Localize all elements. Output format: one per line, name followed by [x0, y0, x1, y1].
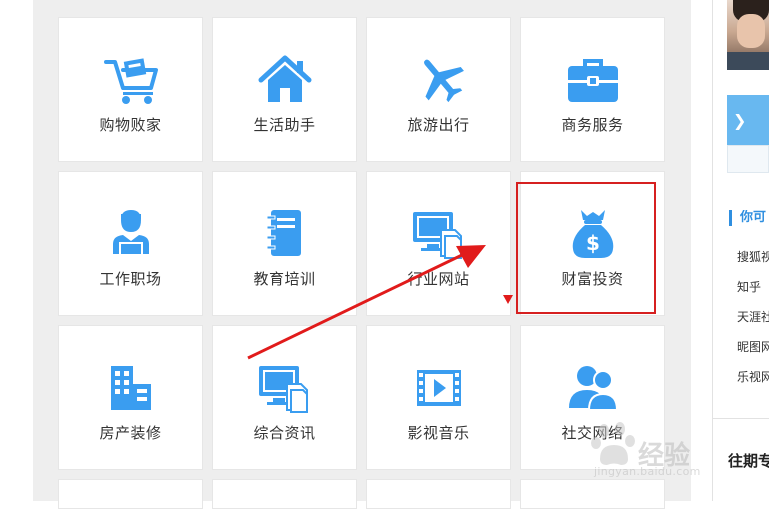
people-icon: [565, 362, 621, 414]
tile-label: 影视音乐: [407, 424, 470, 442]
sidebar-link[interactable]: 天涯社: [737, 308, 769, 325]
tile-education[interactable]: 教育培训: [212, 171, 357, 316]
chevron-icon: ❯: [733, 111, 747, 130]
tile-partial[interactable]: [58, 479, 203, 509]
tile-label: 行业网站: [407, 270, 470, 288]
follow-button[interactable]: ❯: [727, 95, 769, 145]
button-footer: [727, 145, 769, 173]
tile-label: 购物败家: [99, 116, 162, 134]
tile-partial[interactable]: [366, 479, 511, 509]
tile-social[interactable]: 社交网络: [520, 325, 665, 470]
tile-label: 商务服务: [561, 116, 624, 134]
tile-label: 财富投资: [561, 270, 624, 288]
tile-label: 工作职场: [99, 270, 162, 288]
tile-industry[interactable]: 行业网站: [366, 171, 511, 316]
film-strip-icon: [411, 362, 467, 414]
tile-label: 教育培训: [253, 270, 316, 288]
buildings-icon: [103, 362, 159, 414]
notebook-icon: [257, 208, 313, 260]
money-bag-icon: $: [565, 208, 621, 260]
briefcase-icon: [565, 54, 621, 106]
past-section-title: 往期专: [728, 452, 769, 470]
monitor-documents-icon: [411, 208, 467, 260]
sidebar-link[interactable]: 搜狐视: [737, 248, 769, 265]
divider: [712, 418, 769, 419]
svg-text:$: $: [586, 231, 600, 255]
monitor-documents-icon: [257, 362, 313, 414]
house-icon: [257, 54, 313, 106]
tile-business[interactable]: 商务服务: [520, 17, 665, 162]
tile-label: 生活助手: [253, 116, 316, 134]
airplane-icon: [411, 54, 467, 106]
tile-label: 房产装修: [99, 424, 162, 442]
sidebar-link[interactable]: 乐视网: [737, 368, 769, 385]
user-avatar[interactable]: [727, 0, 769, 70]
section-title: 你可: [729, 210, 769, 226]
tile-real-estate[interactable]: 房产装修: [58, 325, 203, 470]
sidebar-link[interactable]: 知乎: [737, 278, 769, 295]
category-grid-panel: 购物败家 生活助手 旅游出行 商务服务 工作职场 教育培训 行业网站 $ 财富投…: [33, 0, 691, 509]
sidebar-link[interactable]: 昵图网: [737, 338, 769, 355]
office-worker-icon: [103, 208, 159, 260]
tile-wealth[interactable]: $ 财富投资: [520, 171, 665, 316]
tile-label: 社交网络: [561, 424, 624, 442]
tile-shopping[interactable]: 购物败家: [58, 17, 203, 162]
shopping-cart-icon: [103, 54, 159, 106]
tile-work[interactable]: 工作职场: [58, 171, 203, 316]
tile-news[interactable]: 综合资讯: [212, 325, 357, 470]
tile-media[interactable]: 影视音乐: [366, 325, 511, 470]
tile-partial[interactable]: [520, 479, 665, 509]
tile-label: 综合资讯: [253, 424, 316, 442]
tile-partial[interactable]: [212, 479, 357, 509]
tile-travel[interactable]: 旅游出行: [366, 17, 511, 162]
tile-label: 旅游出行: [407, 116, 470, 134]
tile-life[interactable]: 生活助手: [212, 17, 357, 162]
left-gutter: [0, 0, 33, 501]
